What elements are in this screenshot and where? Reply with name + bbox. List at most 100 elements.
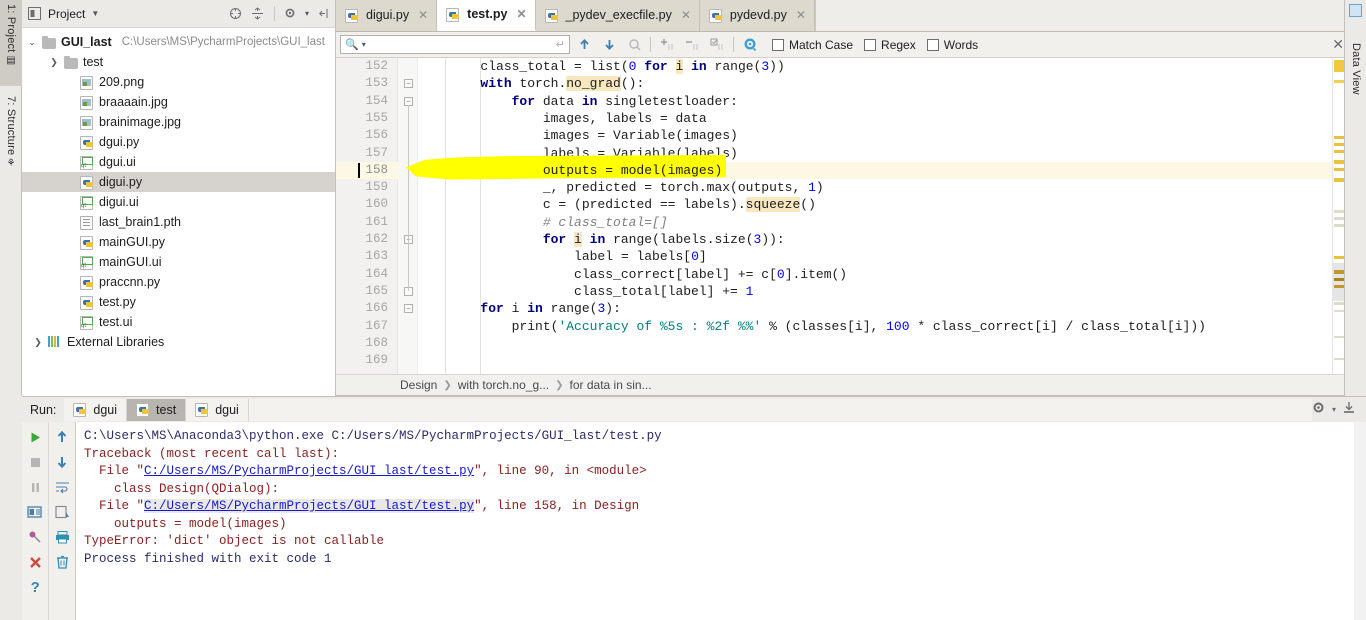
tree-node-external-libraries[interactable]: ❯External Libraries xyxy=(22,332,335,352)
fold-collapse-icon[interactable]: − xyxy=(404,79,413,88)
search-input[interactable]: 🔍 ▾ ↵ xyxy=(340,35,570,54)
close-tab-icon[interactable]: ✕ xyxy=(681,8,691,22)
run-icon[interactable] xyxy=(24,426,46,448)
tree-node-test-ui[interactable]: test.ui xyxy=(22,312,335,332)
code-line[interactable]: class_total = list(0 for i in range(3)) xyxy=(418,58,785,75)
print-icon[interactable] xyxy=(51,526,73,548)
tree-node-root[interactable]: ⌄ GUI_last C:\Users\MS\PycharmProjects\G… xyxy=(22,32,335,52)
editor-tab-pydevd-py[interactable]: pydevd.py✕ xyxy=(700,0,815,31)
chevron-right-icon[interactable]: ❯ xyxy=(32,337,44,348)
tree-node-test-py[interactable]: test.py xyxy=(22,292,335,312)
run-settings-gear-icon[interactable] xyxy=(1312,401,1326,418)
breadcrumb-item-2[interactable]: for data in sin... xyxy=(570,378,652,392)
chevron-down-icon[interactable]: ▼ xyxy=(91,9,99,18)
tree-node-brainimage-jpg[interactable]: brainimage.jpg xyxy=(22,112,335,132)
close-tab-icon[interactable]: ✕ xyxy=(418,8,428,22)
code-text-area[interactable]: class_total = list(0 for i in range(3)) … xyxy=(418,58,1354,374)
tree-node-209-png[interactable]: 209.png xyxy=(22,72,335,92)
code-line[interactable]: for i in range(labels.size(3)): xyxy=(418,231,785,248)
code-line[interactable]: for i in range(3): xyxy=(418,300,621,317)
chevron-right-icon[interactable]: ❯ xyxy=(48,57,60,68)
code-editor[interactable]: 1521531541551561571581591601611621631641… xyxy=(336,58,1354,374)
restore-layout-icon[interactable] xyxy=(24,501,46,523)
code-line[interactable]: with torch.no_grad(): xyxy=(418,75,644,92)
soft-wrap-icon[interactable] xyxy=(51,476,73,498)
code-line[interactable]: class_correct[label] += c[0].item() xyxy=(418,266,847,283)
code-line[interactable]: # class_total=[] xyxy=(418,214,668,231)
gear-chevron-icon[interactable]: ▾ xyxy=(305,9,309,18)
close-icon[interactable] xyxy=(24,551,46,573)
tree-node-dgui-py[interactable]: dgui.py xyxy=(22,132,335,152)
sidebar-item-project[interactable]: 1: Project ▤ xyxy=(0,0,22,86)
breadcrumb[interactable]: Design ❯ with torch.no_g... ❯ for data i… xyxy=(336,374,1354,396)
tree-node-last-brain1-pth[interactable]: last_brain1.pth xyxy=(22,212,335,232)
gear-icon[interactable] xyxy=(283,6,299,22)
breadcrumb-item-1[interactable]: with torch.no_g... xyxy=(458,378,549,392)
tree-node-praccnn-py[interactable]: praccnn.py xyxy=(22,272,335,292)
tree-node-braaaain-jpg[interactable]: braaaain.jpg xyxy=(22,92,335,112)
match-case-checkbox[interactable]: Match Case xyxy=(772,38,853,52)
find-settings-gear-icon[interactable] xyxy=(739,35,761,55)
chevron-down-icon[interactable]: ▾ xyxy=(1332,405,1336,414)
find-previous-icon[interactable] xyxy=(573,35,595,55)
run-tab-dgui-2[interactable]: dgui xyxy=(186,399,249,421)
sidebar-item-structure[interactable]: 7: Structure ⚘ xyxy=(0,92,22,196)
code-line[interactable]: images = Variable(images) xyxy=(418,127,738,144)
tree-node-dgui-ui[interactable]: dgui.ui xyxy=(22,152,335,172)
trash-icon[interactable] xyxy=(51,551,73,573)
chevron-down-icon[interactable]: ⌄ xyxy=(26,37,38,48)
run-tab-test-1[interactable]: test xyxy=(127,399,186,421)
fold-collapse-icon[interactable]: − xyxy=(404,304,413,313)
scroll-down-icon[interactable] xyxy=(51,451,73,473)
code-line[interactable]: print('Accuracy of %5s : %2f %%' % (clas… xyxy=(418,318,1206,335)
code-line[interactable]: class_total[label] += 1 xyxy=(418,283,753,300)
find-next-icon[interactable] xyxy=(598,35,620,55)
run-console-output[interactable]: C:\Users\MS\Anaconda3\python.exe C:/User… xyxy=(76,422,1354,620)
find-all-icon[interactable] xyxy=(623,35,645,55)
target-icon[interactable] xyxy=(228,6,244,22)
run-tab-dgui-0[interactable]: dgui xyxy=(64,399,127,421)
project-file-tree[interactable]: ⌄ GUI_last C:\Users\MS\PycharmProjects\G… xyxy=(22,28,335,352)
pin-icon[interactable] xyxy=(24,526,46,548)
scroll-up-icon[interactable] xyxy=(51,426,73,448)
python-icon xyxy=(136,402,151,417)
close-tab-icon[interactable]: ✕ xyxy=(796,8,806,22)
tree-node-maingui-ui[interactable]: mainGUI.ui xyxy=(22,252,335,272)
editor-marker-scrollbar[interactable] xyxy=(1332,58,1344,374)
code-line[interactable]: label = labels[0] xyxy=(418,248,707,265)
code-line[interactable]: _, predicted = torch.max(outputs, 1) xyxy=(418,179,824,196)
code-line[interactable]: labels = Variable(labels) xyxy=(418,145,738,162)
traceback-file-link[interactable]: C:/Users/MS/PycharmProjects/GUI_last/tes… xyxy=(144,464,474,478)
add-selection-icon[interactable] xyxy=(656,35,678,55)
pause-icon[interactable] xyxy=(24,476,46,498)
editor-tab--pydev-execfile-py[interactable]: _pydev_execfile.py✕ xyxy=(536,0,700,31)
code-line[interactable]: for data in singletestloader: xyxy=(418,93,738,110)
editor-tab-digui-py[interactable]: digui.py✕ xyxy=(336,0,437,31)
words-checkbox[interactable]: Words xyxy=(927,38,978,52)
tree-node-test[interactable]: ❯test xyxy=(22,52,335,72)
code-line[interactable]: c = (predicted == labels).squeeze() xyxy=(418,196,816,213)
collapse-all-icon[interactable] xyxy=(250,6,266,22)
editor-tab-test-py[interactable]: test.py✕ xyxy=(437,0,535,31)
sidebar-item-data-view[interactable]: Data View xyxy=(1345,39,1366,119)
tree-node-digui-ui[interactable]: digui.ui xyxy=(22,192,335,212)
export-icon[interactable] xyxy=(1342,401,1356,418)
code-line[interactable]: images, labels = data xyxy=(418,110,707,127)
tree-node-maingui-py[interactable]: mainGUI.py xyxy=(22,232,335,252)
words-box[interactable] xyxy=(927,39,939,51)
match-case-box[interactable] xyxy=(772,39,784,51)
traceback-file-link[interactable]: C:/Users/MS/PycharmProjects/GUI_last/tes… xyxy=(144,499,474,513)
stop-icon[interactable] xyxy=(24,451,46,473)
remove-selection-icon[interactable] xyxy=(681,35,703,55)
tree-node-digui-py[interactable]: digui.py xyxy=(22,172,335,192)
regex-checkbox[interactable]: Regex xyxy=(864,38,916,52)
close-tab-icon[interactable]: ✕ xyxy=(516,7,526,21)
breadcrumb-item-0[interactable]: Design xyxy=(400,378,437,392)
regex-box[interactable] xyxy=(864,39,876,51)
print-preview-icon[interactable] xyxy=(51,501,73,523)
close-find-icon[interactable]: ✕ xyxy=(1332,36,1344,53)
select-all-occurrences-icon[interactable] xyxy=(706,35,728,55)
hide-panel-icon[interactable] xyxy=(315,6,331,22)
search-history-chevron-icon[interactable]: ▾ xyxy=(362,40,366,49)
help-icon[interactable]: ? xyxy=(24,576,46,598)
